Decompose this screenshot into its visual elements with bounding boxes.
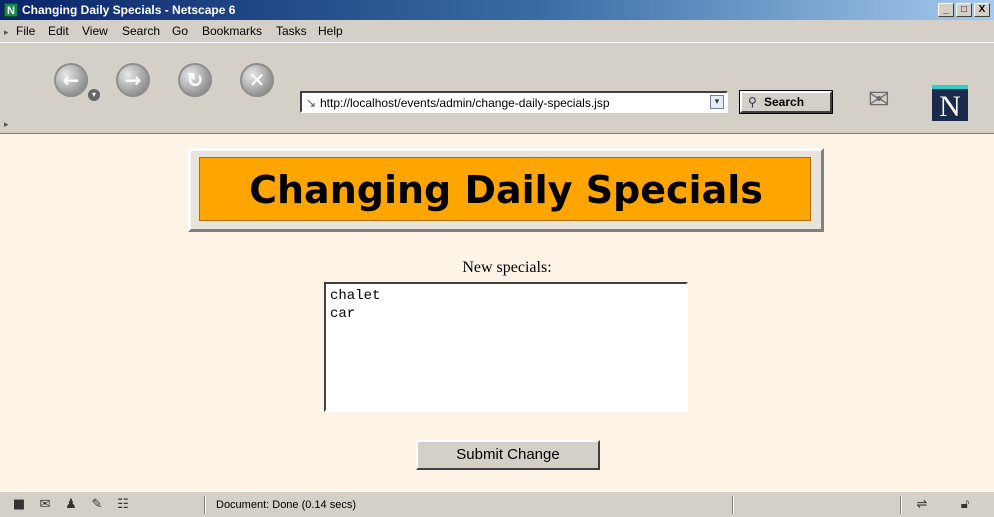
toolbar-grip-icon[interactable]: ▸ xyxy=(4,119,9,130)
online-status-icon[interactable]: ⇌ xyxy=(908,497,936,513)
back-icon: ← xyxy=(62,68,80,92)
status-divider xyxy=(732,496,734,514)
banner-box: Changing Daily Specials xyxy=(199,157,811,221)
back-button[interactable]: ← xyxy=(54,63,88,97)
menu-grip-icon[interactable]: ▸ xyxy=(4,27,10,37)
menu-tasks[interactable]: Tasks xyxy=(276,24,307,38)
title-bar[interactable]: N Changing Daily Specials - Netscape 6 _… xyxy=(0,0,994,20)
page-banner: Changing Daily Specials xyxy=(188,148,824,232)
search-icon: ⚲ xyxy=(748,95,757,109)
search-button-label: Search xyxy=(764,95,805,109)
window-title: Changing Daily Specials - Netscape 6 xyxy=(22,3,236,17)
page-content: Changing Daily Specials New specials: ch… xyxy=(0,134,994,491)
menu-edit[interactable]: Edit xyxy=(48,24,69,38)
navigation-toolbar: ▸ ← ▾ → ↻ ✕ ↘ http://localhost/events/ad… xyxy=(0,42,994,134)
menu-go[interactable]: Go xyxy=(172,24,188,38)
submit-change-button[interactable]: Submit Change xyxy=(416,440,600,470)
browser-window: N Changing Daily Specials - Netscape 6 _… xyxy=(0,0,994,517)
forward-button[interactable]: → xyxy=(116,63,150,97)
minimize-button[interactable]: _ xyxy=(938,3,954,17)
reload-button[interactable]: ↻ xyxy=(178,63,212,97)
back-history-dropdown-icon[interactable]: ▾ xyxy=(88,89,100,101)
address-book-icon[interactable]: ☷ xyxy=(114,497,132,513)
new-specials-label: New specials: xyxy=(462,259,552,276)
specials-textarea[interactable]: chalet car xyxy=(324,282,688,412)
status-bar: ■ ✉ ♟ ✎ ☷ Document: Done (0.14 secs) ⇌ 🔓… xyxy=(0,491,994,517)
stop-icon: ✕ xyxy=(248,68,266,92)
mail-icon[interactable]: ✉ xyxy=(36,497,54,513)
menu-bookmarks[interactable]: Bookmarks xyxy=(202,24,262,38)
netscape-logo[interactable]: N xyxy=(932,85,968,123)
search-button[interactable]: ⚲ Search xyxy=(739,90,833,114)
maximize-button[interactable]: □ xyxy=(956,3,972,17)
url-history-dropdown-icon[interactable]: ▾ xyxy=(710,95,724,109)
status-divider xyxy=(900,496,902,514)
netscape-app-icon: N xyxy=(4,3,18,17)
menu-bar: ▸ File Edit View Search Go Bookmarks Tas… xyxy=(0,20,994,42)
composer-icon[interactable]: ✎ xyxy=(88,497,106,513)
close-button[interactable]: X xyxy=(974,3,990,17)
security-lock-icon[interactable]: 🔓︎ xyxy=(956,497,974,513)
menu-search[interactable]: Search xyxy=(122,24,160,38)
navigator-icon[interactable]: ■ xyxy=(10,497,28,513)
page-title: Changing Daily Specials xyxy=(249,168,763,212)
reload-icon: ↻ xyxy=(186,68,204,92)
menu-help[interactable]: Help xyxy=(318,24,343,38)
instant-messenger-icon[interactable]: ♟ xyxy=(62,497,80,513)
mail-icon[interactable]: ✉ xyxy=(868,85,908,115)
stop-button[interactable]: ✕ xyxy=(240,63,274,97)
url-text[interactable]: http://localhost/events/admin/change-dai… xyxy=(320,96,610,110)
status-divider xyxy=(204,496,206,514)
menu-view[interactable]: View xyxy=(82,24,108,38)
page-proxy-icon[interactable]: ↘ xyxy=(306,96,316,110)
menu-file[interactable]: File xyxy=(16,24,35,38)
forward-icon: → xyxy=(124,68,142,92)
status-text: Document: Done (0.14 secs) xyxy=(216,499,357,511)
url-field[interactable]: ↘ http://localhost/events/admin/change-d… xyxy=(300,91,728,113)
